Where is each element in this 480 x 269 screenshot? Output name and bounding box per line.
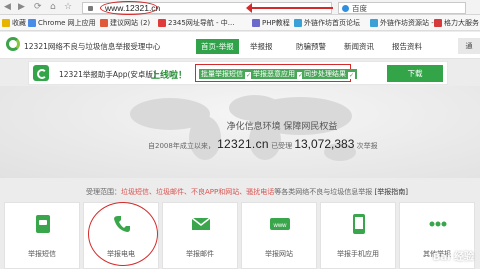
app-icon	[353, 214, 365, 234]
feature-batch-sms: 批量举报短信 ✓	[199, 69, 254, 79]
report-count: 13,072,383	[294, 137, 355, 151]
reload-icon[interactable]: ⟳	[34, 3, 42, 12]
star-icon[interactable]: ☆	[64, 3, 72, 12]
feature-highlight-box: 批量举报短信 ✓ 举报恶意应用 ✓ 同步处理结果 ✓	[195, 64, 357, 82]
browser-toolbar: ◀ ▶ ⟳ ⌂ ☆ www.12321.cn 百度	[0, 0, 480, 15]
app-online-text: 上线啦！	[151, 71, 188, 81]
bookmark-item[interactable]: 外链作坊首页论坛	[294, 18, 360, 28]
bookmark-item[interactable]: 外链作坊资源站 -	[370, 18, 434, 28]
share-button[interactable]: 通	[458, 38, 480, 54]
scope-text: 受理范围：垃圾短信、垃圾邮件、不良APP和网站、骚扰电话等各类网络不良与垃圾信息…	[86, 188, 408, 196]
nav-home[interactable]: 首页-举报	[196, 39, 239, 54]
watermark: Bai 经验	[432, 252, 474, 263]
bookmark-item[interactable]: 建议网站 (2)	[100, 18, 150, 28]
bookmarks-bar: 收藏 Chrome 网上应用 建议网站 (2) 2345网址导航 - 中... …	[0, 15, 480, 31]
hero-section	[0, 86, 480, 178]
bookmark-item[interactable]: 收藏	[2, 18, 26, 28]
annotation-arrow	[246, 3, 333, 13]
forward-icon[interactable]: ▶	[18, 3, 25, 12]
card-report-sms[interactable]: 举报短信	[4, 202, 80, 269]
download-button[interactable]: 下载	[387, 65, 443, 82]
search-input[interactable]: 百度	[352, 3, 367, 14]
app-banner-text: 12321举报助手App(安卓版)	[59, 70, 156, 79]
other-icon	[429, 221, 447, 227]
search-box[interactable]: 百度	[338, 2, 466, 14]
app-banner: 12321举报助手App(安卓版) 上线啦！ 批量举报短信 ✓ 举报恶意应用 ✓ 同…	[28, 61, 448, 85]
bookmark-item[interactable]: 2345网址导航 - 中...	[158, 18, 234, 28]
logo-icon[interactable]	[6, 37, 20, 51]
address-highlight-circle	[100, 1, 158, 15]
back-icon[interactable]: ◀	[4, 3, 11, 12]
www-icon: www	[270, 218, 290, 230]
domain-text: 12321.cn	[217, 137, 269, 151]
card-report-website[interactable]: www 举报网站	[241, 202, 317, 269]
site-title[interactable]: 12321网络不良与垃圾信息举报受理中心	[24, 41, 160, 52]
page-icon	[88, 6, 93, 11]
hero-slogan: 净化信息环境 保障网民权益	[226, 122, 338, 132]
svg-text:www: www	[273, 223, 288, 229]
feature-sync-results: 同步处理结果 ✓	[302, 69, 357, 79]
bookmark-item[interactable]: Chrome 网上应用	[28, 18, 96, 28]
search-engine-icon	[342, 5, 349, 12]
report-guide-link[interactable]: [举报指南]	[374, 188, 407, 196]
mail-icon	[191, 217, 211, 230]
sms-icon	[36, 215, 50, 233]
phone-card-highlight-circle	[88, 202, 158, 266]
card-report-mobile-app[interactable]: 举报手机应用	[320, 202, 396, 269]
site-header: 12321网络不良与垃圾信息举报受理中心 首页-举报 举报报 防骗预警 新闻资讯…	[0, 32, 480, 59]
bookmark-item[interactable]: PHP教程	[252, 18, 290, 28]
world-map-icon	[130, 95, 356, 161]
nav-fraud-warning[interactable]: 防骗预警	[296, 39, 326, 54]
report-cards: 举报短信 举报电电 举报邮件 www 举报网站 举报手机应用 其他举报	[4, 202, 480, 269]
bookmark-item[interactable]: 格力大服务	[434, 18, 479, 28]
app-logo-icon	[33, 65, 49, 81]
nav-news[interactable]: 新闻资讯	[344, 39, 374, 54]
check-icon: ✓	[348, 72, 355, 79]
home-icon[interactable]: ⌂	[50, 3, 56, 12]
card-report-mail[interactable]: 举报邮件	[162, 202, 238, 269]
feature-malicious-app: 举报恶意应用 ✓	[251, 69, 306, 79]
nav-reports[interactable]: 报告资料	[392, 39, 422, 54]
hero-stats: 自2008年成立以来， 12321.cn 已受理 13,072,383 次举报	[148, 137, 378, 151]
nav-report[interactable]: 举报报	[250, 39, 273, 54]
address-bar[interactable]: www.12321.cn	[82, 1, 333, 15]
